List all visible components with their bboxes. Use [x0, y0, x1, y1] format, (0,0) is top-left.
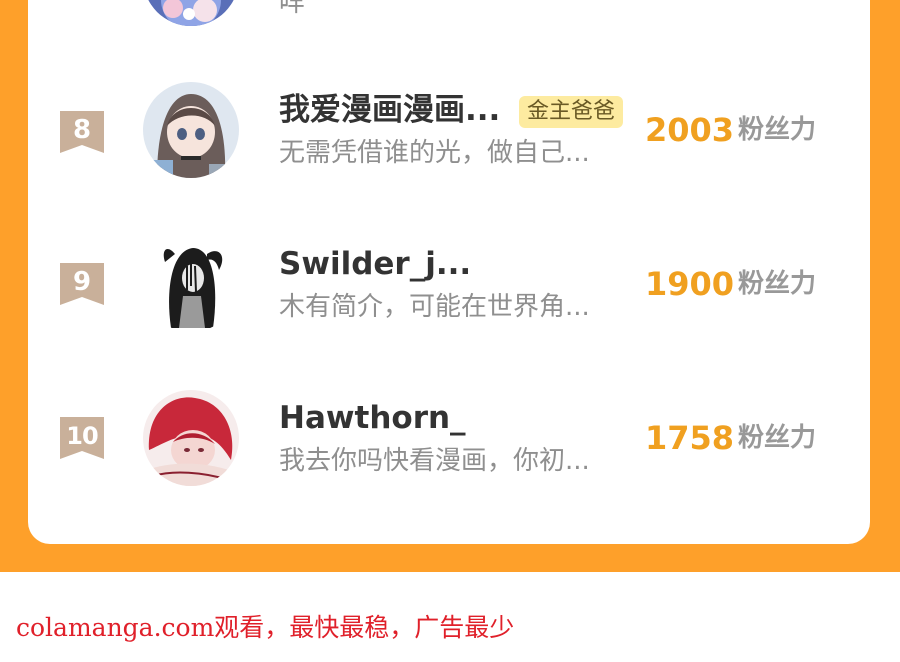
- fan-score: 1900: [645, 265, 735, 303]
- list-item[interactable]: 9 Swilder_j... 木有简介，可能在世界角... 1900 粉丝力: [0, 219, 900, 349]
- rank-badge: 9: [60, 263, 104, 307]
- rank-number: 9: [72, 267, 92, 297]
- fan-score: 1758: [645, 419, 735, 457]
- rank-badge: 8: [60, 111, 104, 155]
- user-bio: 咩: [279, 0, 306, 18]
- rank-number: 8: [72, 115, 92, 145]
- list-item[interactable]: 8 我爱漫画漫画... 金主爸爸 无需凭借谁的光，做自己... 2003 粉丝力: [0, 65, 900, 195]
- user-bio: 木有简介，可能在世界角...: [279, 292, 590, 322]
- avatar[interactable]: [143, 390, 239, 486]
- user-name[interactable]: 我爱漫画漫画...: [279, 91, 500, 129]
- status-badge: 金主爸爸: [519, 96, 624, 128]
- site-watermark: colamanga.com观看，最快最稳，广告最少: [16, 613, 515, 642]
- fan-score-unit: 粉丝力: [738, 423, 817, 453]
- user-bio: 无需凭借谁的光，做自己...: [279, 138, 590, 168]
- user-name[interactable]: Swilder_j...: [279, 245, 471, 283]
- fan-score-unit: 粉丝力: [738, 269, 817, 299]
- fan-score-unit: 粉丝力: [738, 115, 817, 145]
- fan-score: 2003: [645, 111, 735, 149]
- user-bio: 我去你吗快看漫画，你初...: [279, 446, 590, 476]
- list-item[interactable]: 10 Hawthorn_ 我去你吗快看漫画，你初... 1758 粉丝力: [0, 373, 900, 503]
- user-name[interactable]: Hawthorn_: [279, 399, 466, 437]
- rank-number: 10: [66, 422, 98, 450]
- avatar[interactable]: [143, 236, 239, 332]
- rank-badge: 10: [60, 417, 104, 461]
- avatar[interactable]: [143, 82, 239, 178]
